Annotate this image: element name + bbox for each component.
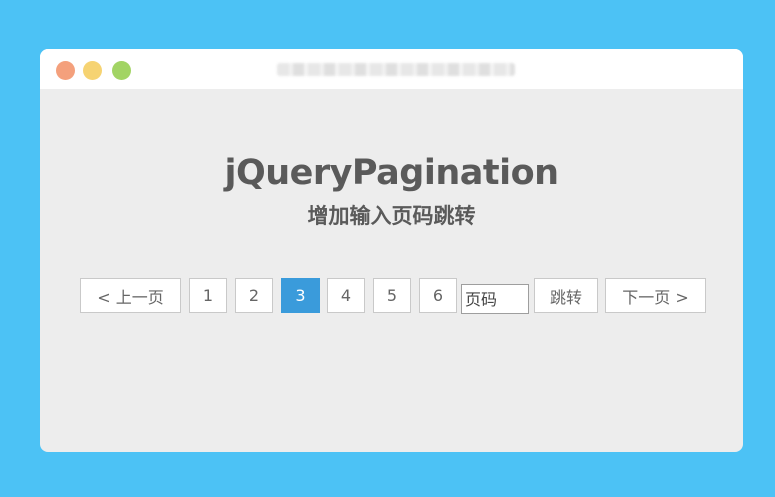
minimize-window-icon[interactable] xyxy=(83,61,102,80)
page-button-4[interactable]: 4 xyxy=(327,278,365,313)
page-title: jQueryPagination xyxy=(224,153,559,193)
page-button-2[interactable]: 2 xyxy=(235,278,273,313)
maximize-window-icon[interactable] xyxy=(112,61,131,80)
window-titlebar xyxy=(40,49,743,89)
browser-window: jQueryPagination 增加输入页码跳转 < 上一页 1 2 3 4 … xyxy=(40,49,743,452)
prev-page-button[interactable]: < 上一页 xyxy=(80,278,181,313)
page-button-6[interactable]: 6 xyxy=(419,278,457,313)
jump-button[interactable]: 跳转 xyxy=(534,278,598,313)
blurred-address-bar xyxy=(277,63,515,76)
page-button-3-active[interactable]: 3 xyxy=(281,278,320,313)
page-button-5[interactable]: 5 xyxy=(373,278,411,313)
page-number-input[interactable] xyxy=(461,284,529,314)
page-subtitle: 增加输入页码跳转 xyxy=(307,204,476,228)
next-page-button[interactable]: 下一页 > xyxy=(605,278,706,313)
close-window-icon[interactable] xyxy=(56,61,75,80)
page-button-1[interactable]: 1 xyxy=(189,278,227,313)
